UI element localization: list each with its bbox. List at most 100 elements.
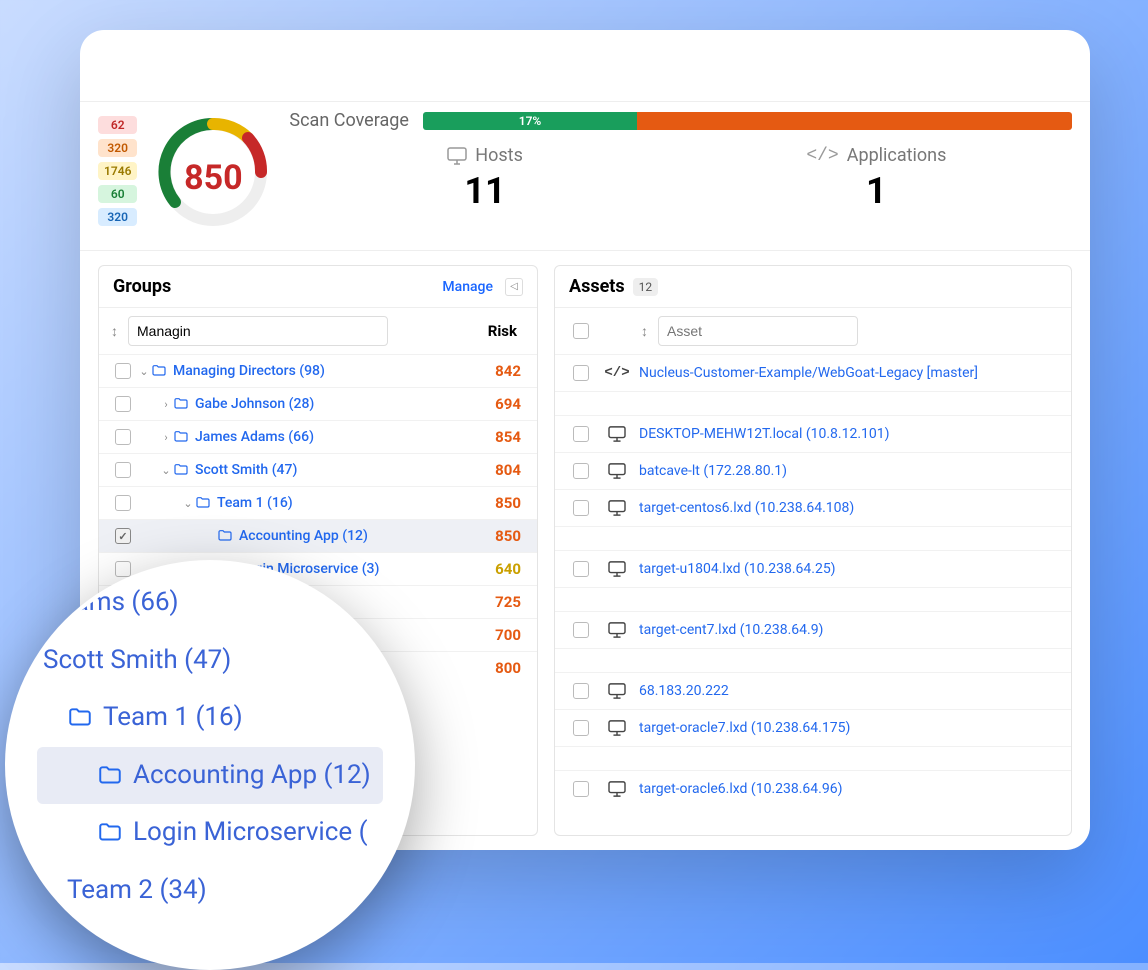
coverage-progress: 17% xyxy=(423,112,637,130)
asset-row[interactable]: batcave-lt (172.28.80.1) xyxy=(555,452,1071,489)
monitor-icon xyxy=(607,622,627,638)
folder-icon xyxy=(195,495,211,511)
risk-score: 850 xyxy=(153,158,273,198)
folder-icon xyxy=(97,763,123,789)
risk-column-header[interactable]: Risk xyxy=(488,322,525,340)
assets-filter-input[interactable] xyxy=(658,316,858,346)
asset-row[interactable]: target-cent7.lxd (10.238.64.9) xyxy=(555,611,1071,648)
folder-icon xyxy=(97,820,123,846)
manage-link[interactable]: Manage xyxy=(442,279,493,295)
group-label: James Adams (66) xyxy=(195,429,314,445)
asset-checkbox[interactable] xyxy=(573,500,589,516)
group-checkbox[interactable] xyxy=(115,495,131,511)
risk-value: 842 xyxy=(495,362,527,380)
risk-value: 850 xyxy=(495,494,527,512)
asset-checkbox[interactable] xyxy=(573,720,589,736)
hosts-metric: Hosts 11 xyxy=(289,145,680,212)
monitor-icon xyxy=(607,500,627,516)
asset-checkbox[interactable] xyxy=(573,463,589,479)
asset-checkbox[interactable] xyxy=(573,426,589,442)
risk-value: 640 xyxy=(495,560,527,578)
lens-row: Login Microservice ( xyxy=(37,804,383,862)
badge-medium: 1746 xyxy=(98,162,137,180)
group-row[interactable]: ⌄Team 1 (16)850 xyxy=(99,486,537,519)
coverage-label: Scan Coverage xyxy=(289,110,409,131)
asset-link[interactable]: batcave-lt (172.28.80.1) xyxy=(639,463,787,479)
asset-checkbox[interactable] xyxy=(573,683,589,699)
group-checkbox[interactable] xyxy=(115,528,131,544)
groups-filter-input[interactable] xyxy=(128,316,388,346)
apps-metric: </> Applications 1 xyxy=(681,145,1072,212)
group-row[interactable]: ›James Adams (66)854 xyxy=(99,420,537,453)
lens-row: Scott Smith (47) xyxy=(37,632,383,690)
group-checkbox[interactable] xyxy=(115,561,131,577)
asset-row[interactable]: target-oracle7.lxd (10.238.64.175) xyxy=(555,709,1071,746)
group-row[interactable]: Accounting App (12)850 xyxy=(99,519,537,552)
group-row[interactable]: ›Gabe Johnson (28)694 xyxy=(99,387,537,420)
collapse-groups-button[interactable]: ◁ xyxy=(505,278,523,296)
code-icon: </> xyxy=(806,146,838,166)
group-label: Gabe Johnson (28) xyxy=(195,396,314,412)
groups-filter-row: ↕ Risk xyxy=(99,308,537,354)
monitor-icon xyxy=(607,561,627,577)
sort-icon[interactable]: ↕ xyxy=(641,323,648,340)
severity-badges: 62 320 1746 60 320 xyxy=(98,116,137,226)
group-row[interactable]: ⌄Scott Smith (47)804 xyxy=(99,453,537,486)
folder-icon xyxy=(173,429,189,445)
monitor-icon xyxy=(447,147,467,165)
expand-caret-icon[interactable]: ⌄ xyxy=(181,497,195,510)
asset-link[interactable]: Nucleus-Customer-Example/WebGoat-Legacy … xyxy=(639,365,978,381)
folder-icon xyxy=(67,705,93,731)
expand-caret-icon[interactable]: ⌄ xyxy=(137,365,151,378)
groups-title: Groups xyxy=(113,276,171,297)
folder-icon xyxy=(217,528,233,544)
assets-select-all-checkbox[interactable] xyxy=(573,323,589,339)
group-checkbox[interactable] xyxy=(115,429,131,445)
asset-link[interactable]: target-cent7.lxd (10.238.64.9) xyxy=(639,622,823,638)
hosts-label: Hosts xyxy=(475,145,523,166)
asset-checkbox[interactable] xyxy=(573,622,589,638)
badge-info: 320 xyxy=(98,208,137,226)
asset-row[interactable]: 68.183.20.222 xyxy=(555,672,1071,709)
asset-link[interactable]: target-oracle6.lxd (10.238.64.96) xyxy=(639,781,842,797)
asset-link[interactable]: target-centos6.lxd (10.238.64.108) xyxy=(639,500,854,516)
code-icon: </> xyxy=(607,365,627,381)
badge-low: 60 xyxy=(98,185,137,203)
expand-caret-icon[interactable]: › xyxy=(159,398,173,411)
hosts-value: 11 xyxy=(289,170,680,212)
summary-bar: 62 320 1746 60 320 850 Scan Coverage 17% xyxy=(80,102,1090,251)
monitor-icon xyxy=(607,720,627,736)
asset-checkbox[interactable] xyxy=(573,561,589,577)
assets-filter-row: ↕ xyxy=(555,308,1071,354)
asset-checkbox[interactable] xyxy=(573,365,589,381)
asset-link[interactable]: target-oracle7.lxd (10.238.64.175) xyxy=(639,720,850,736)
group-checkbox[interactable] xyxy=(115,462,131,478)
risk-gauge: 850 xyxy=(153,112,273,232)
asset-row[interactable]: target-oracle6.lxd (10.238.64.96) xyxy=(555,770,1071,807)
asset-link[interactable]: 68.183.20.222 xyxy=(639,683,729,699)
asset-row[interactable]: </> Nucleus-Customer-Example/WebGoat-Lega… xyxy=(555,354,1071,391)
coverage-remaining xyxy=(637,112,1072,130)
badge-critical: 62 xyxy=(98,116,137,134)
lens-row: Accounting App (12) xyxy=(37,747,383,805)
asset-link[interactable]: DESKTOP-MEHW12T.local (10.8.12.101) xyxy=(639,426,890,442)
folder-icon xyxy=(151,363,167,379)
assets-panel: Assets 12 ↕ </>Nucleus-Customer-Example/… xyxy=(554,265,1072,836)
asset-row[interactable]: target-u1804.lxd (10.238.64.25) xyxy=(555,550,1071,587)
apps-value: 1 xyxy=(681,170,1072,212)
sort-icon[interactable]: ↕ xyxy=(111,323,118,340)
expand-caret-icon[interactable]: › xyxy=(159,431,173,444)
risk-value: 700 xyxy=(495,626,527,644)
group-row[interactable]: ⌄ Managing Directors (98) 842 xyxy=(99,354,537,387)
group-checkbox[interactable] xyxy=(115,396,131,412)
asset-row[interactable]: DESKTOP-MEHW12T.local (10.8.12.101) xyxy=(555,415,1071,452)
badge-high: 320 xyxy=(98,139,137,157)
lens-row: Team 1 (16) xyxy=(37,689,383,747)
expand-caret-icon[interactable]: ⌄ xyxy=(159,464,173,477)
asset-link[interactable]: target-u1804.lxd (10.238.64.25) xyxy=(639,561,836,577)
toolbar-spacer xyxy=(80,30,1090,102)
group-label: Managing Directors (98) xyxy=(173,363,325,379)
asset-row[interactable]: target-centos6.lxd (10.238.64.108) xyxy=(555,489,1071,526)
group-checkbox[interactable] xyxy=(115,363,131,379)
asset-checkbox[interactable] xyxy=(573,781,589,797)
